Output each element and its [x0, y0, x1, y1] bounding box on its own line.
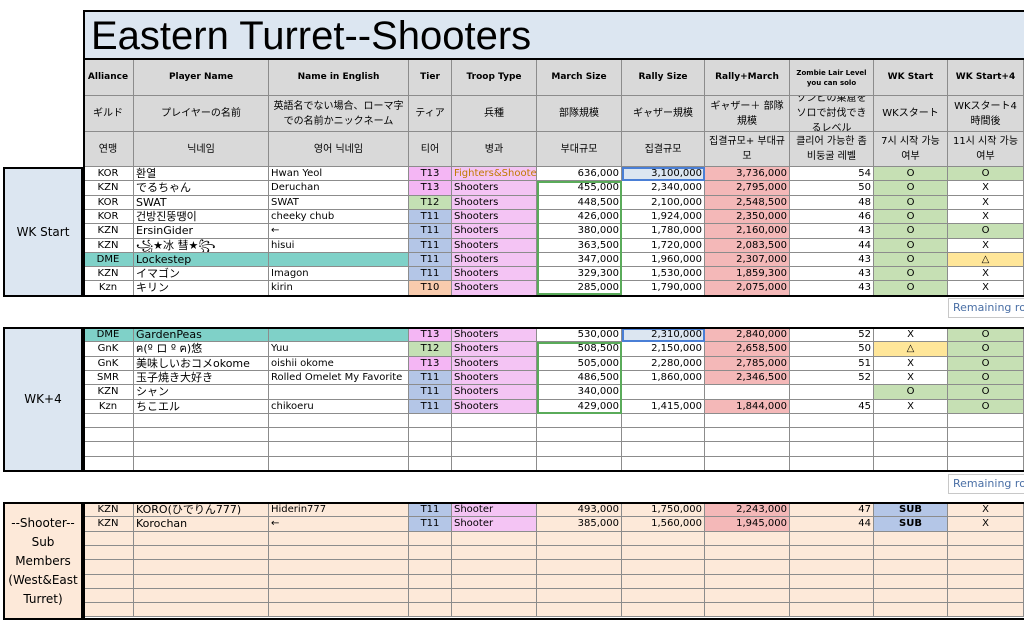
group-label-wk-start: WK Start — [3, 167, 83, 297]
remaining-rows-label-2: Remaining ro — [948, 474, 1024, 494]
spreadsheet: Eastern Turret--Shooters Alliance Player … — [0, 0, 1024, 620]
remaining-rows-label-1: Remaining ro — [948, 298, 1024, 318]
sub-frame — [83, 502, 1024, 620]
wk-plus4-frame — [83, 327, 1024, 472]
wk-start-frame — [83, 10, 1024, 297]
group-label-sub-members: --Shooter-- Sub Members (West&East Turre… — [3, 502, 83, 620]
group-label-wk-plus4: WK+4 — [3, 327, 83, 472]
